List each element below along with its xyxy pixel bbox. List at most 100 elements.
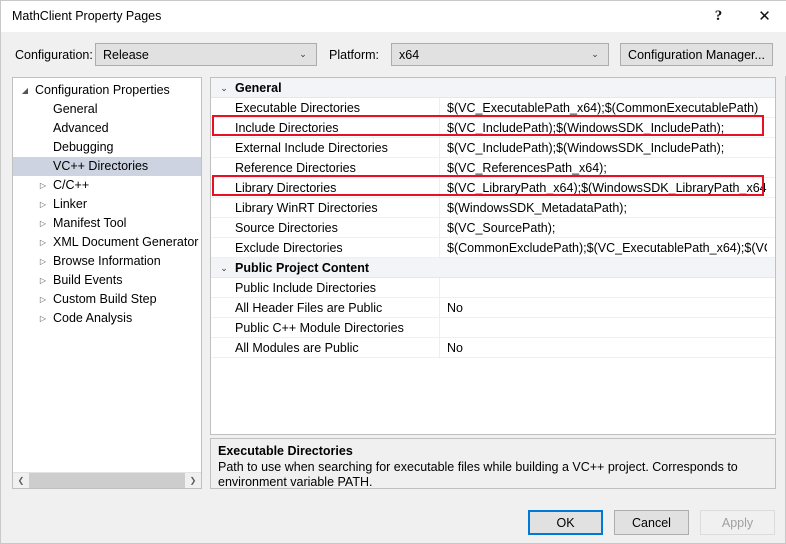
property-value[interactable]: No: [447, 338, 767, 358]
title-bar: MathClient Property Pages ? ✕: [1, 1, 786, 32]
grid-row-executable-directories[interactable]: Executable Directories $(VC_ExecutablePat…: [211, 98, 775, 118]
chevron-down-icon: ⌄: [591, 49, 599, 59]
column-divider[interactable]: [439, 118, 440, 137]
column-divider[interactable]: [439, 198, 440, 217]
grid-row-public-include-directories[interactable]: Public Include Directories: [211, 278, 775, 298]
tree-item-label: Configuration Properties: [35, 83, 170, 97]
triangle-right-icon[interactable]: ▷: [35, 290, 51, 309]
column-divider[interactable]: [439, 238, 440, 257]
tree-item-label: Custom Build Step: [53, 292, 157, 306]
tree-item-c-c[interactable]: ▷ C/C++: [13, 176, 201, 195]
configuration-label: Configuration:: [15, 48, 93, 62]
property-grid: ⌄ General Executable Directories $(VC_Execu…: [211, 78, 775, 358]
tree-item-general[interactable]: General: [13, 100, 201, 119]
triangle-right-icon[interactable]: ▷: [35, 309, 51, 328]
tree-item-code-analysis[interactable]: ▷ Code Analysis: [13, 309, 201, 328]
property-pages-dialog: MathClient Property Pages ? ✕ Configurat…: [0, 0, 786, 544]
tree-item-label: Debugging: [53, 140, 114, 154]
triangle-right-icon[interactable]: ▷: [35, 214, 51, 233]
property-value[interactable]: $(VC_LibraryPath_x64);$(WindowsSDK_Libra…: [447, 178, 767, 198]
triangle-right-icon[interactable]: ▷: [35, 195, 51, 214]
column-divider[interactable]: [439, 98, 440, 117]
grid-row-exclude-directories[interactable]: Exclude Directories $(CommonExcludePath);…: [211, 238, 775, 258]
property-value[interactable]: $(VC_IncludePath);$(WindowsSDK_IncludePa…: [447, 118, 767, 138]
description-text: Path to use when searching for executabl…: [218, 460, 738, 489]
grid-row-public-c-module-directories[interactable]: Public C++ Module Directories: [211, 318, 775, 338]
grid-row-reference-directories[interactable]: Reference Directories $(VC_ReferencesPath…: [211, 158, 775, 178]
property-value[interactable]: $(CommonExcludePath);$(VC_ExecutablePath…: [447, 238, 767, 258]
property-name: Source Directories: [235, 221, 338, 235]
column-divider[interactable]: [439, 278, 440, 297]
description-panel: Executable Directories Path to use when …: [210, 438, 776, 489]
configuration-manager-button[interactable]: Configuration Manager...: [620, 43, 773, 66]
triangle-right-icon[interactable]: ▷: [35, 252, 51, 271]
scroll-right-icon[interactable]: ❯: [185, 473, 201, 488]
configuration-bar: Configuration: Release ⌄ Platform: x64 ⌄…: [1, 32, 786, 76]
scrollbar-thumb[interactable]: [29, 473, 185, 488]
triangle-right-icon[interactable]: ▷: [35, 176, 51, 195]
tree-item-label: Code Analysis: [53, 311, 133, 325]
property-value[interactable]: $(VC_ReferencesPath_x64);: [447, 158, 767, 178]
configuration-value: Release: [103, 47, 149, 62]
close-button[interactable]: ✕: [742, 1, 786, 32]
grid-category-label: General: [235, 81, 282, 95]
tree-horizontal-scrollbar[interactable]: ❮ ❯: [13, 472, 201, 488]
grid-row-all-header-files-are-public[interactable]: All Header Files are Public No: [211, 298, 775, 318]
triangle-right-icon[interactable]: ▷: [35, 233, 51, 252]
column-divider[interactable]: [439, 218, 440, 237]
scroll-left-icon[interactable]: ❮: [13, 473, 29, 488]
tree-item-vc-directories[interactable]: VC++ Directories: [13, 157, 201, 176]
tree-item-label: XML Document Generator: [53, 235, 199, 249]
column-divider[interactable]: [439, 178, 440, 197]
property-value[interactable]: $(VC_ExecutablePath_x64);$(CommonExecuta…: [447, 98, 767, 118]
grid-row-include-directories[interactable]: Include Directories $(VC_IncludePath);$(W…: [211, 118, 775, 138]
property-value[interactable]: No: [447, 298, 767, 318]
property-name: Library WinRT Directories: [235, 201, 378, 215]
tree-item-custom-build-step[interactable]: ▷ Custom Build Step: [13, 290, 201, 309]
grid-row-library-directories[interactable]: Library Directories $(VC_LibraryPath_x64)…: [211, 178, 775, 198]
tree-item-label: VC++ Directories: [53, 159, 149, 173]
tree-item-browse-information[interactable]: ▷ Browse Information: [13, 252, 201, 271]
triangle-down-icon[interactable]: ◢: [17, 81, 33, 100]
configuration-dropdown[interactable]: Release ⌄: [95, 43, 317, 66]
grid-row-external-include-directories[interactable]: External Include Directories $(VC_Include…: [211, 138, 775, 158]
tree-item-configuration-properties[interactable]: ◢ Configuration Properties: [13, 81, 201, 100]
tree-item-label: Build Events: [53, 273, 123, 287]
grid-category-public-project-content[interactable]: ⌄ Public Project Content: [211, 258, 775, 278]
column-divider[interactable]: [439, 138, 440, 157]
tree-item-xml-document-generator[interactable]: ▷ XML Document Generator: [13, 233, 201, 252]
grid-row-all-modules-are-public[interactable]: All Modules are Public No: [211, 338, 775, 358]
property-name: All Header Files are Public: [235, 301, 383, 315]
property-value[interactable]: $(WindowsSDK_MetadataPath);: [447, 198, 767, 218]
column-divider[interactable]: [439, 338, 440, 357]
description-title: Executable Directories: [218, 444, 353, 458]
grid-row-library-winrt-directories[interactable]: Library WinRT Directories $(WindowsSDK_Me…: [211, 198, 775, 218]
tree-item-manifest-tool[interactable]: ▷ Manifest Tool: [13, 214, 201, 233]
apply-button[interactable]: Apply: [700, 510, 775, 535]
grid-category-general[interactable]: ⌄ General: [211, 78, 775, 98]
ok-button[interactable]: OK: [528, 510, 603, 535]
column-divider[interactable]: [439, 318, 440, 337]
platform-dropdown[interactable]: x64 ⌄: [391, 43, 609, 66]
property-value[interactable]: $(VC_SourcePath);: [447, 218, 767, 238]
property-name: Library Directories: [235, 181, 337, 195]
tree-item-label: Browse Information: [53, 254, 161, 268]
help-button[interactable]: ?: [696, 1, 741, 32]
tree-item-build-events[interactable]: ▷ Build Events: [13, 271, 201, 290]
cancel-button[interactable]: Cancel: [614, 510, 689, 535]
tree-item-debugging[interactable]: Debugging: [13, 138, 201, 157]
property-value[interactable]: $(VC_IncludePath);$(WindowsSDK_IncludePa…: [447, 138, 767, 158]
chevron-down-icon[interactable]: ⌄: [216, 78, 232, 98]
property-name: Executable Directories: [235, 101, 361, 115]
column-divider[interactable]: [439, 158, 440, 177]
chevron-down-icon: ⌄: [299, 49, 307, 59]
properties-tree-panel: ◢ Configuration Properties General Advanced…: [12, 77, 202, 489]
property-name: Reference Directories: [235, 161, 356, 175]
tree-item-advanced[interactable]: Advanced: [13, 119, 201, 138]
column-divider[interactable]: [439, 298, 440, 317]
triangle-right-icon[interactable]: ▷: [35, 271, 51, 290]
chevron-down-icon[interactable]: ⌄: [216, 258, 232, 278]
tree-item-linker[interactable]: ▷ Linker: [13, 195, 201, 214]
property-name: Include Directories: [235, 121, 339, 135]
grid-row-source-directories[interactable]: Source Directories $(VC_SourcePath);: [211, 218, 775, 238]
